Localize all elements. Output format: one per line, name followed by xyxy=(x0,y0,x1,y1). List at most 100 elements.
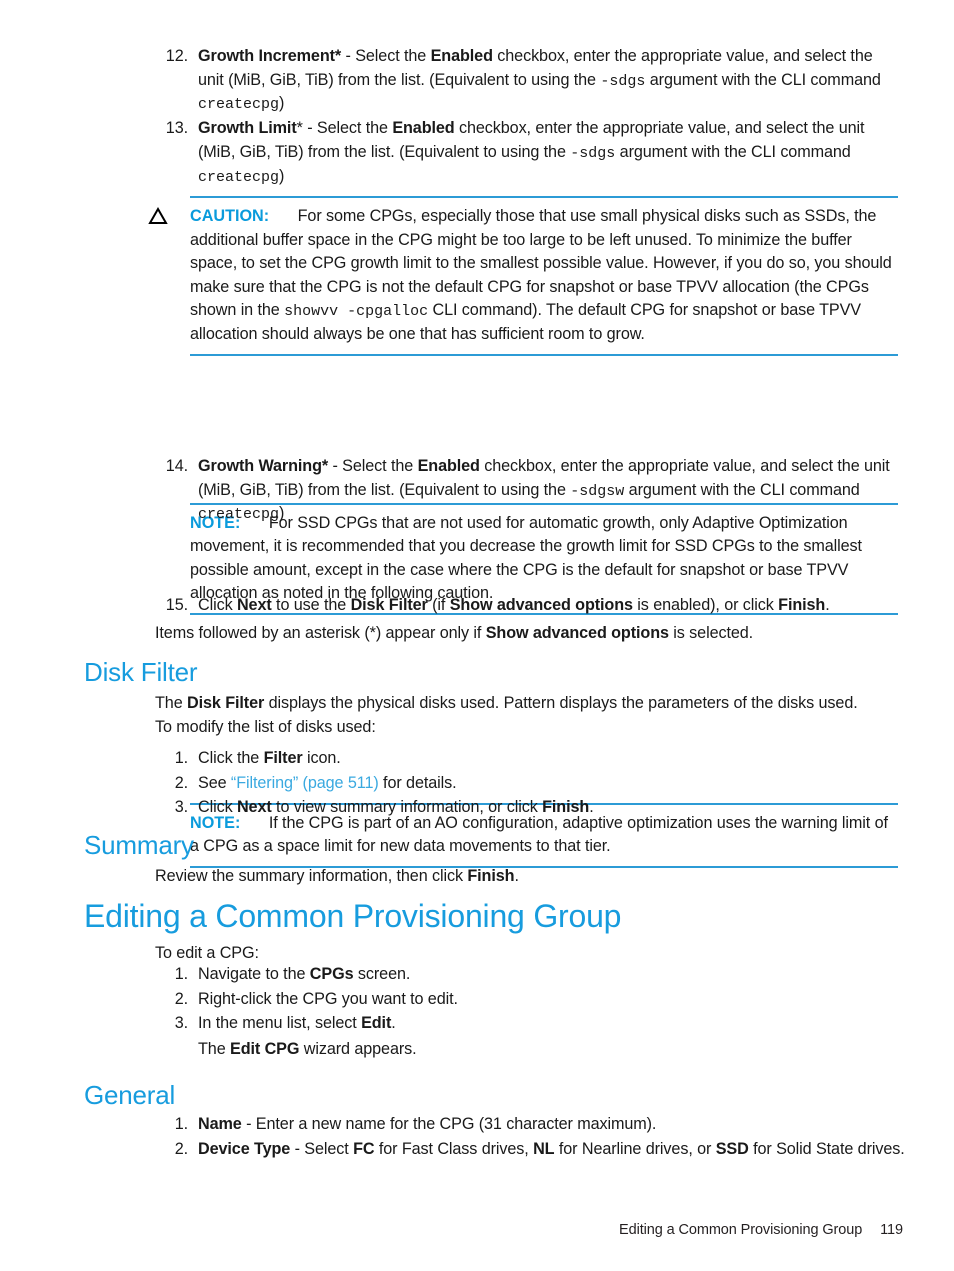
asterisk-explanation: Items followed by an asterisk (*) appear… xyxy=(155,622,905,646)
list-item: 2. Device Type - Select FC for Fast Clas… xyxy=(155,1138,915,1162)
list-item-text: Growth Increment* - Select the Enabled c… xyxy=(198,47,881,114)
text-span: Enabled xyxy=(430,47,493,65)
heading-general: General xyxy=(84,1080,176,1110)
text-span: Items followed by an asterisk (*) appear… xyxy=(155,624,486,642)
code-span: -sdgsw xyxy=(570,482,625,500)
footer-page-number: 119 xyxy=(880,1222,903,1238)
code-span: createcpg xyxy=(198,96,280,114)
ordered-list-editing: 1. Navigate to the CPGs screen. 2. Right… xyxy=(155,963,905,1037)
code-span: -sdgs xyxy=(570,144,616,162)
list-marker: 3. xyxy=(174,798,188,817)
text-span: (if xyxy=(427,596,450,614)
list-item-text: Right-click the CPG you want to edit. xyxy=(198,990,458,1008)
list-item: 1. Navigate to the CPGs screen. xyxy=(155,963,905,987)
list-marker: 15. xyxy=(165,596,188,614)
list-item: 2. See “Filtering” (page 511) for detail… xyxy=(155,772,905,796)
list-item-text: See “Filtering” (page 511) for details. xyxy=(198,774,457,792)
text-span: . xyxy=(391,1014,396,1033)
text-span: ) xyxy=(279,504,285,523)
text-span: Show advanced options xyxy=(449,596,633,614)
text-span: Enabled xyxy=(392,119,455,138)
text-span: Navigate to the xyxy=(198,965,310,983)
text-span: The xyxy=(198,1040,230,1058)
disk-filter-intro: To modify the list of disks used: xyxy=(155,717,376,736)
code-span: createcpg xyxy=(198,168,280,186)
ordered-list-disk-filter: 1. Click the Filter icon. 2. See “Filter… xyxy=(155,747,905,821)
list-item: 14. Growth Warning* - Select the Enabled… xyxy=(155,455,900,526)
list-marker: 2. xyxy=(174,1139,188,1158)
cross-reference-link[interactable]: “Filtering” (page 511) xyxy=(231,774,379,792)
text-span: Next xyxy=(236,596,272,614)
text-span: CPGs xyxy=(309,965,354,983)
text-span: FC xyxy=(353,1139,375,1158)
disk-filter-paragraph: The Disk Filter displays the physical di… xyxy=(155,692,905,739)
text-span: argument with the CLI command xyxy=(645,70,881,89)
text-span: displays the physical disks used. Patter… xyxy=(264,694,858,712)
text-span: Edit CPG xyxy=(230,1040,300,1058)
text-span: Next xyxy=(236,798,272,817)
text-span: is selected. xyxy=(668,624,754,642)
text-span: argument with the CLI command xyxy=(624,480,860,499)
text-span: - Enter a new name for the CPG (31 chara… xyxy=(241,1115,657,1133)
list-item-text: Click Next to view summary information, … xyxy=(198,798,594,816)
text-span: to use the xyxy=(271,596,351,614)
warning-triangle-icon xyxy=(148,206,168,224)
text-span: Finish xyxy=(778,596,826,614)
text-span: Click the xyxy=(198,749,264,767)
heading-summary: Summary xyxy=(84,830,194,860)
text-span: Review the summary information, then cli… xyxy=(155,867,468,885)
list-item-text: Growth Limit* - Select the Enabled check… xyxy=(198,119,865,186)
text-span: ) xyxy=(279,166,285,185)
text-span: Enabled xyxy=(417,457,480,475)
list-item-text: In the menu list, select Edit. xyxy=(198,1014,396,1032)
list-item-text: Device Type - Select FC for Fast Class d… xyxy=(198,1140,905,1158)
list-item-text: Name - Enter a new name for the CPG (31 … xyxy=(198,1115,656,1133)
list-item: 15. Click Next to use the Disk Filter (i… xyxy=(155,594,905,618)
ordered-list-step-15: 15. Click Next to use the Disk Filter (i… xyxy=(155,594,905,619)
text-span: ) xyxy=(279,94,285,113)
heading-editing-a-common-provisioning-group: Editing a Common Provisioning Group xyxy=(84,898,622,934)
ordered-list-step-14: 14. Growth Warning* - Select the Enabled… xyxy=(155,455,900,527)
text-span: for Fast Class drives, xyxy=(374,1139,534,1158)
code-span: createcpg xyxy=(198,506,280,524)
text-span: screen. xyxy=(353,965,411,983)
list-item-text: Growth Warning* - Select the Enabled che… xyxy=(198,457,890,524)
list-marker: 1. xyxy=(174,965,188,983)
text-span: - Select xyxy=(290,1139,354,1158)
text-span: Disk Filter xyxy=(187,694,265,712)
text-span: In the menu list, select xyxy=(198,1014,362,1033)
text-span: Click xyxy=(198,596,237,614)
text-span: for details. xyxy=(378,773,457,792)
text-span: Disk Filter xyxy=(350,596,428,614)
list-marker: 1. xyxy=(174,1115,188,1133)
text-span: argument with the CLI command xyxy=(615,142,851,161)
heading-disk-filter: Disk Filter xyxy=(84,657,198,687)
text-span: . xyxy=(589,798,594,817)
list-marker: 2. xyxy=(174,773,188,792)
list-marker: 2. xyxy=(174,989,188,1008)
list-marker: 1. xyxy=(174,749,188,767)
text-span: icon. xyxy=(302,749,341,767)
text-span: wizard appears. xyxy=(299,1040,417,1058)
text-span: Finish xyxy=(542,798,590,817)
text-span: NL xyxy=(533,1139,555,1158)
list-item: 13. Growth Limit* - Select the Enabled c… xyxy=(155,117,900,188)
list-marker: 12. xyxy=(165,47,188,65)
list-marker: 3. xyxy=(174,1014,188,1033)
text-span: See xyxy=(198,773,231,792)
text-span: Growth Warning* xyxy=(198,457,329,475)
footer-chapter-title: Editing a Common Provisioning Group xyxy=(619,1222,863,1238)
list-marker: 14. xyxy=(165,457,188,475)
text-span: for Nearline drives, or xyxy=(554,1139,716,1158)
list-item: 3. Click Next to view summary informatio… xyxy=(155,796,905,820)
page-footer: Editing a Common Provisioning Group 119 xyxy=(0,1222,903,1238)
text-span: . xyxy=(514,867,519,885)
disk-filter-description: The Disk Filter displays the physical di… xyxy=(155,692,905,716)
ordered-list-general: 1. Name - Enter a new name for the CPG (… xyxy=(155,1113,915,1162)
code-span: showvv -cpgalloc xyxy=(284,303,429,321)
summary-paragraph: Review the summary information, then cli… xyxy=(155,865,905,889)
text-span: Right-click the CPG you want to edit. xyxy=(198,989,458,1008)
text-span: . xyxy=(825,596,830,614)
text-span: Growth Increment* xyxy=(198,47,342,65)
text-span: SSD xyxy=(715,1139,749,1158)
